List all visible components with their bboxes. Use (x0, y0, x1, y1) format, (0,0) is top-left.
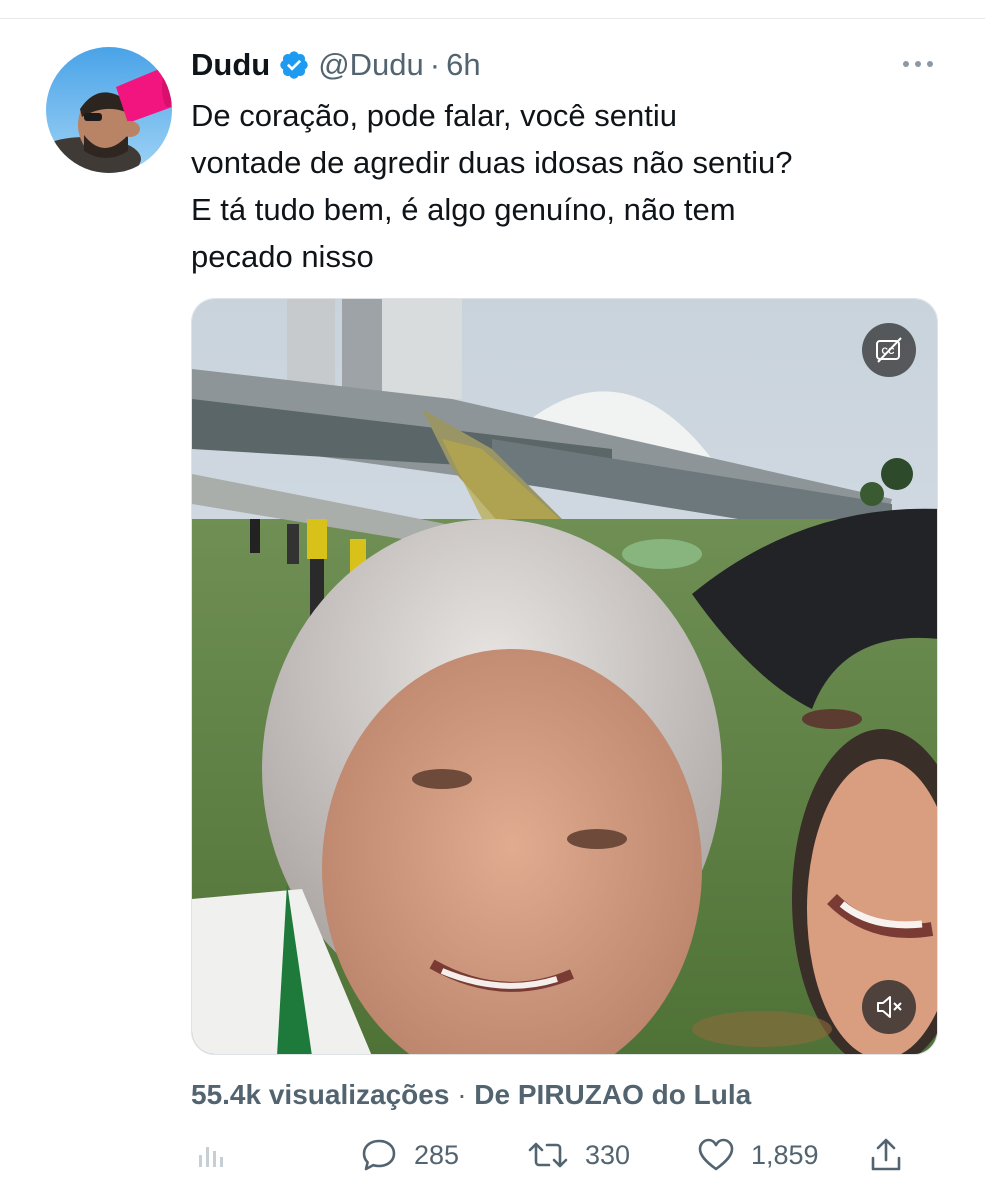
tweet-meta: 55.4k visualizações · De PIRUZAO do Lula (191, 1075, 751, 1115)
mute-button[interactable] (862, 980, 916, 1034)
retweet-icon (528, 1142, 568, 1168)
handle[interactable]: @Dudu (318, 47, 424, 83)
avatar-image (46, 47, 172, 173)
more-options-icon[interactable] (898, 52, 938, 76)
captions-off-icon: CC (876, 337, 902, 363)
captions-button[interactable]: CC (862, 323, 916, 377)
retweet-count: 330 (585, 1139, 631, 1170)
tweet-video[interactable]: CC (191, 298, 938, 1055)
share-icon (871, 1138, 901, 1171)
tweet-text: De coração, pode falar, você sentiu vont… (191, 98, 793, 274)
retweet-button[interactable]: 330 (527, 1130, 630, 1180)
analytics-icon (199, 1147, 223, 1167)
reply-count: 285 (414, 1139, 460, 1170)
reply-icon (362, 1139, 396, 1171)
reply-button[interactable]: 285 (360, 1130, 459, 1180)
like-button[interactable]: 1,859 (697, 1130, 819, 1180)
display-name[interactable]: Dudu (191, 47, 270, 83)
share-button[interactable] (868, 1130, 904, 1180)
video-frame (192, 299, 937, 1054)
heart-icon (698, 1138, 734, 1171)
tweet-actions: 285 330 1,859 (0, 1130, 985, 1180)
meta-separator: · (457, 1079, 467, 1110)
verified-badge-icon (278, 49, 310, 81)
analytics-button[interactable] (195, 1130, 227, 1180)
like-count: 1,859 (751, 1139, 819, 1170)
video-source[interactable]: De PIRUZAO do Lula (474, 1079, 751, 1110)
view-count[interactable]: 55.4k visualizações (191, 1079, 449, 1110)
speaker-muted-icon (877, 996, 902, 1018)
avatar[interactable] (46, 47, 172, 173)
timestamp[interactable]: 6h (446, 47, 480, 83)
top-divider (0, 18, 985, 19)
header-separator: · (429, 47, 441, 82)
tweet-header: Dudu @Dudu · 6h (191, 42, 481, 88)
